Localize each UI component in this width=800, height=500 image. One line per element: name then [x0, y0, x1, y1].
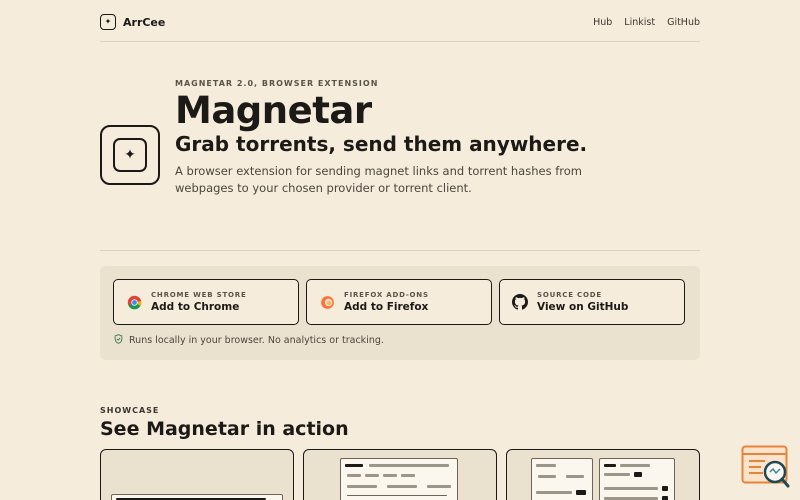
shield-check-icon	[114, 334, 123, 347]
github-icon	[512, 294, 528, 310]
hero-tagline: Grab torrents, send them anywhere.	[175, 131, 588, 156]
showcase-screenshot-3[interactable]	[506, 449, 700, 500]
window-search-icon	[741, 445, 790, 488]
hero-description: A browser extension for sending magnet l…	[175, 163, 582, 195]
site-header: ✦ ArrCee Hub Linkist GitHub	[100, 12, 700, 32]
search-widget-button[interactable]	[741, 445, 791, 489]
card-label: Add to Chrome	[151, 301, 240, 313]
chrome-icon	[126, 294, 142, 310]
hero-divider	[100, 250, 700, 251]
privacy-text: Runs locally in your browser. No analyti…	[129, 335, 384, 346]
hero-eyebrow: MAGNETAR 2.0, BROWSER EXTENSION	[175, 79, 379, 88]
download-panel: CHROME WEB STORE Add to Chrome FIREFOX A…	[100, 266, 700, 360]
card-label: View on GitHub	[537, 301, 629, 313]
brand-link[interactable]: ✦ ArrCee	[100, 14, 165, 30]
brand-name: ArrCee	[123, 15, 166, 29]
privacy-note: Runs locally in your browser. No analyti…	[114, 334, 384, 347]
card-eyebrow: SOURCE CODE	[537, 291, 602, 299]
nav-link-hub[interactable]: Hub	[593, 17, 612, 28]
view-on-github-button[interactable]: SOURCE CODE View on GitHub	[499, 279, 685, 325]
card-label: Add to Firefox	[344, 301, 429, 313]
nav-link-linkist[interactable]: Linkist	[624, 17, 655, 28]
screenshot-window	[599, 458, 675, 500]
firefox-icon	[319, 294, 335, 310]
add-to-chrome-button[interactable]: CHROME WEB STORE Add to Chrome	[113, 279, 299, 325]
showcase-screenshot-2[interactable]	[303, 449, 497, 500]
page-title: Magnetar	[175, 89, 372, 132]
hero: MAGNETAR 2.0, BROWSER EXTENSION Magnetar…	[175, 79, 595, 196]
showcase-gallery	[100, 449, 700, 500]
top-nav: Hub Linkist GitHub	[593, 17, 700, 28]
add-to-firefox-button[interactable]: FIREFOX ADD-ONS Add to Firefox	[306, 279, 492, 325]
showcase-eyebrow: SHOWCASE	[100, 406, 160, 415]
sparkle-logo-icon: ✦	[100, 14, 116, 30]
app-logo: ✦	[100, 125, 160, 185]
card-eyebrow: CHROME WEB STORE	[151, 291, 247, 299]
showcase-title: See Magnetar in action	[100, 418, 349, 440]
screenshot-window	[340, 458, 458, 500]
screenshot-window	[111, 494, 283, 500]
nav-link-github[interactable]: GitHub	[667, 17, 700, 28]
screenshot-window	[531, 458, 593, 500]
showcase-screenshot-1[interactable]	[100, 449, 294, 500]
sparkle-icon: ✦	[113, 138, 147, 172]
header-divider	[100, 41, 700, 42]
card-eyebrow: FIREFOX ADD-ONS	[344, 291, 429, 299]
